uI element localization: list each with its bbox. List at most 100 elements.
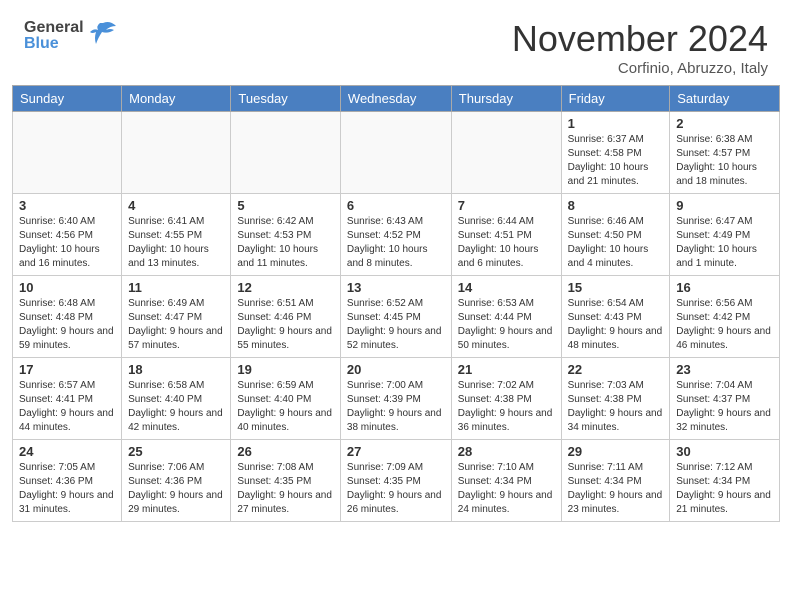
- calendar-header-wednesday: Wednesday: [340, 86, 451, 112]
- calendar-cell: 10 Sunrise: 6:48 AM Sunset: 4:48 PM Dayli…: [13, 276, 122, 358]
- day-number: 29: [568, 444, 664, 459]
- day-info: Sunrise: 6:37 AM Sunset: 4:58 PM Dayligh…: [568, 133, 664, 189]
- calendar-cell: 7 Sunrise: 6:44 AM Sunset: 4:51 PM Daylig…: [451, 194, 561, 276]
- calendar-cell: 26 Sunrise: 7:08 AM Sunset: 4:35 PM Dayli…: [231, 440, 341, 522]
- calendar-table: SundayMondayTuesdayWednesdayThursdayFrid…: [12, 85, 780, 522]
- calendar-cell: 8 Sunrise: 6:46 AM Sunset: 4:50 PM Daylig…: [561, 194, 670, 276]
- day-info: Sunrise: 6:40 AM Sunset: 4:56 PM Dayligh…: [19, 215, 115, 271]
- day-info: Sunrise: 7:04 AM Sunset: 4:37 PM Dayligh…: [676, 379, 773, 435]
- calendar-cell: 21 Sunrise: 7:02 AM Sunset: 4:38 PM Dayli…: [451, 358, 561, 440]
- day-number: 10: [19, 280, 115, 295]
- day-number: 30: [676, 444, 773, 459]
- logo-bird-icon: [88, 18, 118, 53]
- day-number: 6: [347, 198, 445, 213]
- day-number: 16: [676, 280, 773, 295]
- calendar-week-3: 10 Sunrise: 6:48 AM Sunset: 4:48 PM Dayli…: [13, 276, 780, 358]
- calendar-cell: 29 Sunrise: 7:11 AM Sunset: 4:34 PM Dayli…: [561, 440, 670, 522]
- calendar-cell: 4Sunrise: 6:41 AM Sunset: 4:55 PM Daylig…: [122, 194, 231, 276]
- logo-general: General: [24, 20, 84, 36]
- day-number: 23: [676, 362, 773, 377]
- logo-blue: Blue: [24, 36, 84, 52]
- calendar-header-sunday: Sunday: [13, 86, 122, 112]
- day-number: 25: [128, 444, 224, 459]
- day-number: 5: [237, 198, 334, 213]
- day-number: 3: [19, 198, 115, 213]
- calendar-cell: 23 Sunrise: 7:04 AM Sunset: 4:37 PM Dayli…: [670, 358, 780, 440]
- day-number: 1: [568, 116, 664, 131]
- calendar-cell: [451, 112, 561, 194]
- day-info: Sunrise: 6:58 AM Sunset: 4:40 PM Dayligh…: [128, 379, 224, 435]
- day-number: 8: [568, 198, 664, 213]
- calendar-cell: 12Sunrise: 6:51 AM Sunset: 4:46 PM Dayli…: [231, 276, 341, 358]
- day-info: Sunrise: 6:42 AM Sunset: 4:53 PM Dayligh…: [237, 215, 334, 271]
- calendar-week-5: 24 Sunrise: 7:05 AM Sunset: 4:36 PM Dayli…: [13, 440, 780, 522]
- calendar-cell: 16 Sunrise: 6:56 AM Sunset: 4:42 PM Dayli…: [670, 276, 780, 358]
- calendar-cell: 22 Sunrise: 7:03 AM Sunset: 4:38 PM Dayli…: [561, 358, 670, 440]
- day-info: Sunrise: 7:08 AM Sunset: 4:35 PM Dayligh…: [237, 461, 334, 517]
- day-info: Sunrise: 7:02 AM Sunset: 4:38 PM Dayligh…: [458, 379, 555, 435]
- day-info: Sunrise: 6:41 AM Sunset: 4:55 PM Dayligh…: [128, 215, 224, 271]
- day-number: 19: [237, 362, 334, 377]
- calendar-cell: [122, 112, 231, 194]
- calendar-cell: 27 Sunrise: 7:09 AM Sunset: 4:35 PM Dayli…: [340, 440, 451, 522]
- day-number: 14: [458, 280, 555, 295]
- day-info: Sunrise: 6:44 AM Sunset: 4:51 PM Dayligh…: [458, 215, 555, 271]
- month-title: November 2024: [512, 18, 768, 60]
- calendar-cell: 30 Sunrise: 7:12 AM Sunset: 4:34 PM Dayli…: [670, 440, 780, 522]
- calendar-cell: 14 Sunrise: 6:53 AM Sunset: 4:44 PM Dayli…: [451, 276, 561, 358]
- day-number: 21: [458, 362, 555, 377]
- day-info: Sunrise: 7:05 AM Sunset: 4:36 PM Dayligh…: [19, 461, 115, 517]
- calendar-header-thursday: Thursday: [451, 86, 561, 112]
- calendar-cell: 15Sunrise: 6:54 AM Sunset: 4:43 PM Dayli…: [561, 276, 670, 358]
- day-number: 20: [347, 362, 445, 377]
- calendar-week-4: 17Sunrise: 6:57 AM Sunset: 4:41 PM Dayli…: [13, 358, 780, 440]
- day-info: Sunrise: 6:49 AM Sunset: 4:47 PM Dayligh…: [128, 297, 224, 353]
- day-number: 11: [128, 280, 224, 295]
- day-info: Sunrise: 7:06 AM Sunset: 4:36 PM Dayligh…: [128, 461, 224, 517]
- location: Corfinio, Abruzzo, Italy: [512, 60, 768, 77]
- day-number: 24: [19, 444, 115, 459]
- calendar-header-saturday: Saturday: [670, 86, 780, 112]
- day-info: Sunrise: 6:46 AM Sunset: 4:50 PM Dayligh…: [568, 215, 664, 271]
- calendar-cell: 18 Sunrise: 6:58 AM Sunset: 4:40 PM Dayli…: [122, 358, 231, 440]
- day-number: 15: [568, 280, 664, 295]
- calendar-cell: [340, 112, 451, 194]
- day-info: Sunrise: 6:57 AM Sunset: 4:41 PM Dayligh…: [19, 379, 115, 435]
- title-area: November 2024 Corfinio, Abruzzo, Italy: [512, 18, 768, 77]
- day-info: Sunrise: 7:12 AM Sunset: 4:34 PM Dayligh…: [676, 461, 773, 517]
- calendar-cell: 17Sunrise: 6:57 AM Sunset: 4:41 PM Dayli…: [13, 358, 122, 440]
- day-number: 12: [237, 280, 334, 295]
- day-number: 13: [347, 280, 445, 295]
- day-number: 26: [237, 444, 334, 459]
- day-info: Sunrise: 7:10 AM Sunset: 4:34 PM Dayligh…: [458, 461, 555, 517]
- day-info: Sunrise: 7:03 AM Sunset: 4:38 PM Dayligh…: [568, 379, 664, 435]
- calendar-cell: 9Sunrise: 6:47 AM Sunset: 4:49 PM Daylig…: [670, 194, 780, 276]
- calendar-cell: 1 Sunrise: 6:37 AM Sunset: 4:58 PM Daylig…: [561, 112, 670, 194]
- day-number: 27: [347, 444, 445, 459]
- calendar-header-row: SundayMondayTuesdayWednesdayThursdayFrid…: [13, 86, 780, 112]
- day-number: 28: [458, 444, 555, 459]
- calendar-cell: 24 Sunrise: 7:05 AM Sunset: 4:36 PM Dayli…: [13, 440, 122, 522]
- logo: General Blue: [24, 18, 118, 53]
- day-info: Sunrise: 6:53 AM Sunset: 4:44 PM Dayligh…: [458, 297, 555, 353]
- calendar-cell: 13 Sunrise: 6:52 AM Sunset: 4:45 PM Dayli…: [340, 276, 451, 358]
- calendar-cell: 2Sunrise: 6:38 AM Sunset: 4:57 PM Daylig…: [670, 112, 780, 194]
- calendar-cell: 28 Sunrise: 7:10 AM Sunset: 4:34 PM Dayli…: [451, 440, 561, 522]
- day-info: Sunrise: 7:11 AM Sunset: 4:34 PM Dayligh…: [568, 461, 664, 517]
- day-number: 7: [458, 198, 555, 213]
- day-info: Sunrise: 6:48 AM Sunset: 4:48 PM Dayligh…: [19, 297, 115, 353]
- calendar-cell: 6Sunrise: 6:43 AM Sunset: 4:52 PM Daylig…: [340, 194, 451, 276]
- day-info: Sunrise: 6:47 AM Sunset: 4:49 PM Dayligh…: [676, 215, 773, 271]
- calendar-header-monday: Monday: [122, 86, 231, 112]
- day-number: 18: [128, 362, 224, 377]
- day-info: Sunrise: 6:52 AM Sunset: 4:45 PM Dayligh…: [347, 297, 445, 353]
- day-number: 2: [676, 116, 773, 131]
- calendar-header-tuesday: Tuesday: [231, 86, 341, 112]
- calendar-cell: [231, 112, 341, 194]
- calendar-cell: [13, 112, 122, 194]
- calendar-wrapper: SundayMondayTuesdayWednesdayThursdayFrid…: [0, 85, 792, 528]
- day-info: Sunrise: 7:09 AM Sunset: 4:35 PM Dayligh…: [347, 461, 445, 517]
- day-info: Sunrise: 6:56 AM Sunset: 4:42 PM Dayligh…: [676, 297, 773, 353]
- day-number: 22: [568, 362, 664, 377]
- day-info: Sunrise: 6:59 AM Sunset: 4:40 PM Dayligh…: [237, 379, 334, 435]
